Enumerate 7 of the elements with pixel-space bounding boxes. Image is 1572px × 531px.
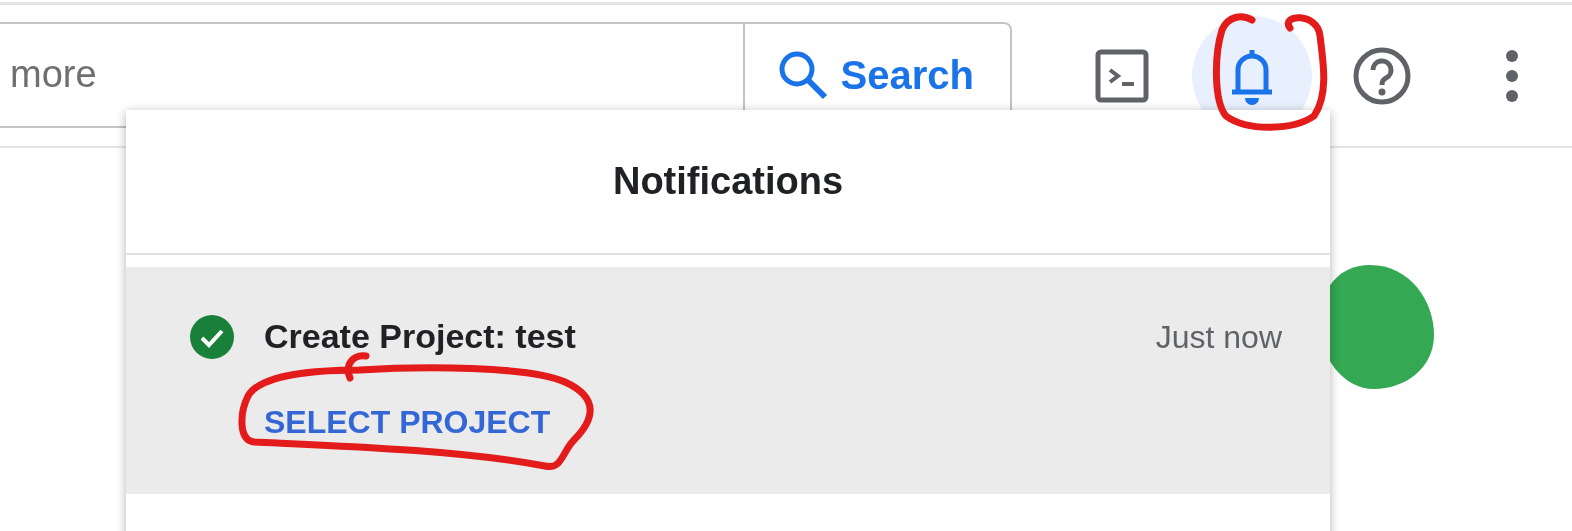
panel-title: Notifications — [612, 159, 844, 204]
check-circle-icon — [190, 315, 234, 359]
help-icon — [1352, 45, 1412, 106]
notification-title: Create Project: test — [264, 316, 576, 357]
notification-time: Just now — [1155, 317, 1282, 357]
terminal-icon — [1094, 47, 1150, 104]
more-icon — [1504, 49, 1520, 102]
